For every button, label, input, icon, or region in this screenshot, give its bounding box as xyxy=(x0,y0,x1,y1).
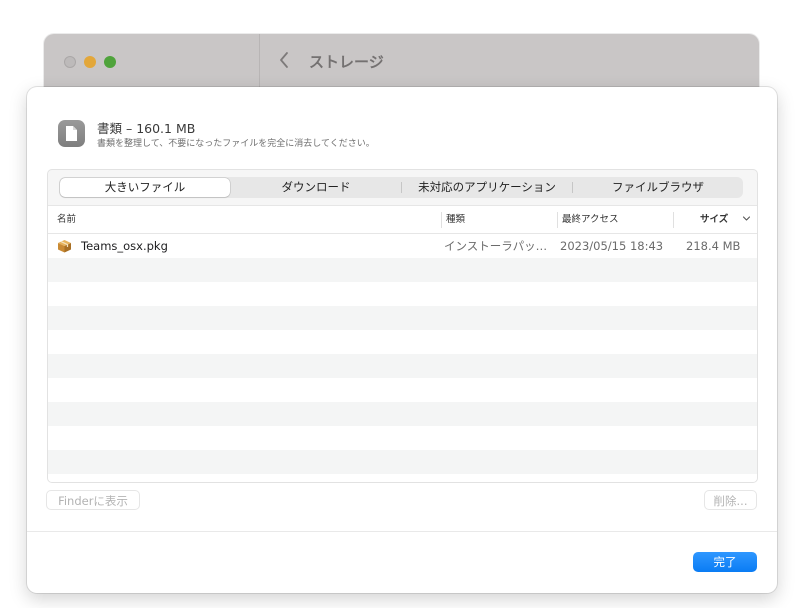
show-in-finder-button[interactable]: Finderに表示 xyxy=(46,490,140,510)
column-header-kind[interactable]: 種類 xyxy=(446,206,465,233)
category-description: 書類を整理して、不要になったファイルを完全に消去してください。 xyxy=(97,139,375,149)
empty-row xyxy=(48,258,757,282)
column-separator xyxy=(441,212,442,228)
file-panel: 大きいファイル ダウンロード 未対応のアプリケーション ファイルブラウザ 名前 … xyxy=(47,169,758,483)
category-title: 書類 – 160.1 MB xyxy=(97,121,196,136)
empty-row xyxy=(48,354,757,378)
window-minimize-button[interactable] xyxy=(84,56,96,68)
tab-file-browser[interactable]: ファイルブラウザ xyxy=(573,177,743,198)
chevron-left-icon[interactable] xyxy=(276,48,292,72)
document-icon xyxy=(58,120,85,147)
empty-row xyxy=(48,330,757,354)
file-size: 218.4 MB xyxy=(686,239,741,253)
tab-unsupported-apps[interactable]: 未対応のアプリケーション xyxy=(402,177,572,198)
empty-row xyxy=(48,306,757,330)
window-title: ストレージ xyxy=(309,53,384,71)
empty-row xyxy=(48,426,757,450)
column-header-size[interactable]: サイズ xyxy=(700,206,728,233)
tab-downloads[interactable]: ダウンロード xyxy=(231,177,401,198)
empty-row xyxy=(48,282,757,306)
empty-row xyxy=(48,450,757,474)
package-icon xyxy=(57,239,72,253)
file-kind: インストーラパッ… xyxy=(444,239,548,253)
storage-sheet: 書類 – 160.1 MB 書類を整理して、不要になったファイルを完全に消去して… xyxy=(27,87,777,593)
file-name: Teams_osx.pkg xyxy=(81,239,168,253)
table-row[interactable]: Teams_osx.pkg インストーラパッ… 2023/05/15 18:43… xyxy=(48,234,757,258)
window-close-button[interactable] xyxy=(64,56,76,68)
chevron-down-icon[interactable] xyxy=(742,214,751,226)
footer-divider xyxy=(27,531,777,532)
done-button[interactable]: 完了 xyxy=(693,552,757,572)
delete-button[interactable]: 削除... xyxy=(704,490,757,510)
table-body: Teams_osx.pkg インストーラパッ… 2023/05/15 18:43… xyxy=(48,234,757,474)
column-separator xyxy=(557,212,558,228)
empty-row xyxy=(48,402,757,426)
empty-row xyxy=(48,378,757,402)
column-header-name[interactable]: 名前 xyxy=(57,206,76,233)
file-last-accessed: 2023/05/15 18:43 xyxy=(560,239,664,253)
sidebar-divider xyxy=(259,34,260,89)
column-separator xyxy=(673,212,674,228)
tab-large-files[interactable]: 大きいファイル xyxy=(60,178,230,197)
window-zoom-button[interactable] xyxy=(104,56,116,68)
file-table: 名前 種類 最終アクセス サイズ Teams_osx.pkg インストーラパッ…… xyxy=(48,205,757,482)
tab-bar: 大きいファイル ダウンロード 未対応のアプリケーション ファイルブラウザ xyxy=(59,177,743,198)
column-header-last-accessed[interactable]: 最終アクセス xyxy=(562,206,619,233)
table-header: 名前 種類 最終アクセス サイズ xyxy=(48,206,757,234)
